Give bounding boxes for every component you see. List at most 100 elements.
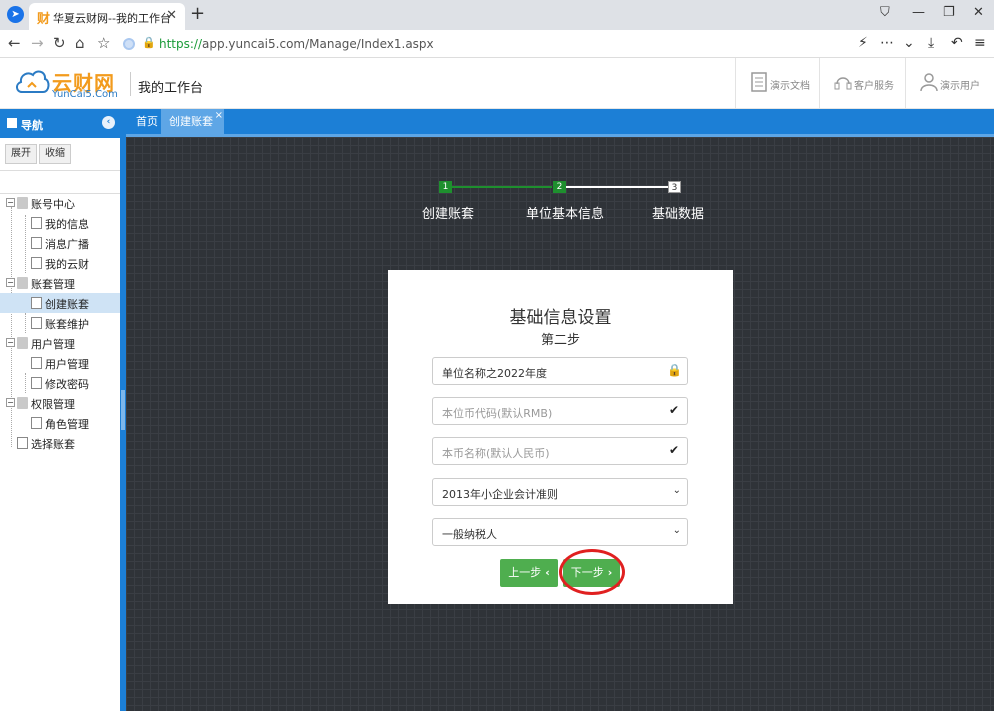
tree-item-change-password[interactable]: 修改密码 xyxy=(0,373,120,393)
main-content: 1 2 3 创建账套 单位基本信息 基础数据 基础信息设置 第二步 单位名称之2… xyxy=(126,137,994,711)
step-2-marker: 2 xyxy=(553,181,566,193)
document-icon xyxy=(751,72,767,92)
tab-close-icon[interactable]: × xyxy=(215,103,223,128)
form-subtitle: 第二步 xyxy=(540,333,580,348)
tab-close-icon[interactable]: ✕ xyxy=(166,8,177,23)
minimize-icon[interactable]: — xyxy=(912,5,925,20)
tree-item-ledger-management[interactable]: − 账套管理 xyxy=(0,273,120,293)
step-3-marker: 3 xyxy=(668,181,681,193)
back-icon[interactable]: ← xyxy=(8,34,21,52)
customer-service-link[interactable]: 客户服务 xyxy=(819,58,905,109)
step-1-label: 创建账套 xyxy=(422,207,475,222)
browser-tab[interactable]: 财 华夏云财网--我的工作台 ✕ xyxy=(29,3,185,30)
tree-toggle-icon[interactable]: − xyxy=(6,398,15,407)
logo-subtext: YunCai5.Com xyxy=(52,89,118,100)
tab-label: 创建账套 xyxy=(169,115,213,128)
more-icon[interactable]: ⋯ xyxy=(880,35,894,51)
folder-icon xyxy=(17,397,28,409)
browser-app-icon[interactable]: ➤ xyxy=(7,6,24,23)
file-icon xyxy=(31,237,42,249)
file-icon xyxy=(31,297,42,309)
tree-toggle-icon[interactable]: − xyxy=(6,338,15,347)
step-3-label: 基础数据 xyxy=(652,207,705,222)
tree-item-ledger-maintenance[interactable]: 账套维护 xyxy=(0,313,120,333)
collapse-sidebar-icon[interactable]: ‹ xyxy=(102,116,115,129)
tree-item-user-management-group[interactable]: − 用户管理 xyxy=(0,333,120,353)
browser-tab-bar: ➤ 财 华夏云财网--我的工作台 ✕ + ⛉ — ❐ ✕ xyxy=(0,0,994,30)
menu-icon[interactable]: ≡ xyxy=(974,35,986,51)
folder-icon xyxy=(17,197,28,209)
content-tab-bar: 首页 创建账套 × xyxy=(126,109,994,137)
tab-create-ledger[interactable]: 创建账套 × xyxy=(161,109,224,134)
forward-icon[interactable]: → xyxy=(31,34,44,52)
step-progress: 1 2 3 创建账套 单位基本信息 基础数据 xyxy=(126,137,994,237)
splitter-handle[interactable] xyxy=(121,390,125,430)
sidebar: 导航 ‹ 展开 收缩 − 账号中心 我的信息 消息广播 我的云财 − 账套管理 … xyxy=(0,109,120,711)
tree-item-broadcast[interactable]: 消息广播 xyxy=(0,233,120,253)
currency-name-field[interactable]: 本币名称(默认人民币) ✔ xyxy=(432,437,688,465)
tree-toggle-icon[interactable]: − xyxy=(6,278,15,287)
step-line-done xyxy=(452,186,552,188)
pin-icon[interactable]: ⛉ xyxy=(880,5,890,20)
tree-item-create-ledger[interactable]: 创建账套 xyxy=(0,293,120,313)
header-divider xyxy=(130,72,131,96)
step-2-label: 单位基本信息 xyxy=(526,207,605,222)
company-name-field[interactable]: 单位名称之2022年度 🔒 xyxy=(432,357,688,385)
accounting-standard-select[interactable]: 2013年小企业会计准则 ⌄ xyxy=(432,478,688,506)
chevron-down-icon: ⌄ xyxy=(672,525,681,536)
file-icon xyxy=(31,317,42,329)
new-tab-icon[interactable]: + xyxy=(190,3,205,24)
highlight-circle xyxy=(559,549,625,595)
file-icon xyxy=(31,417,42,429)
currency-code-field[interactable]: 本位币代码(默认RMB) ✔ xyxy=(432,397,688,425)
download-icon[interactable]: ⤓ xyxy=(928,35,934,51)
step-line-todo xyxy=(565,186,668,188)
basic-info-form: 基础信息设置 第二步 单位名称之2022年度 🔒 本位币代码(默认RMB) ✔ … xyxy=(388,270,733,604)
tree-item-role-management[interactable]: 角色管理 xyxy=(0,413,120,433)
file-icon xyxy=(31,377,42,389)
close-window-icon[interactable]: ✕ xyxy=(973,5,984,20)
tab-title: 华夏云财网--我的工作台 xyxy=(53,12,171,25)
chevron-left-icon: ‹ xyxy=(545,566,550,579)
collapse-all-button[interactable]: 收缩 xyxy=(39,144,71,164)
lock-icon: 🔒 xyxy=(142,36,156,49)
step-1-marker: 1 xyxy=(439,181,452,193)
url-field[interactable]: 🔒 https://app.yuncai5.com/Manage/Index1.… xyxy=(118,33,848,55)
chevron-down-icon: ⌄ xyxy=(672,485,681,496)
demo-docs-link[interactable]: 演示文档 xyxy=(735,58,819,109)
page-title: 我的工作台 xyxy=(138,81,204,96)
site-favicon-icon: 财 xyxy=(37,12,51,27)
tree-item-account-center[interactable]: − 账号中心 xyxy=(0,193,120,213)
file-icon xyxy=(31,217,42,229)
tree-item-select-ledger[interactable]: 选择账套 xyxy=(0,433,120,453)
taxpayer-type-select[interactable]: 一般纳税人 ⌄ xyxy=(432,518,688,546)
checkmark-icon: ✔ xyxy=(668,403,680,417)
previous-step-button[interactable]: 上一步 ‹ xyxy=(500,559,558,587)
headset-icon xyxy=(834,77,852,90)
site-info-icon[interactable] xyxy=(123,38,135,50)
tree-toggle-icon[interactable]: − xyxy=(6,198,15,207)
bookmark-star-icon[interactable]: ☆ xyxy=(97,34,110,52)
sidebar-divider xyxy=(0,170,120,171)
tree-item-user-management[interactable]: 用户管理 xyxy=(0,353,120,373)
app-header: 云财网 YunCai5.Com 我的工作台 演示文档 客户服务 演示用户 xyxy=(0,58,994,109)
home-icon[interactable]: ⌂ xyxy=(75,34,85,52)
lightning-icon[interactable]: ⚡ xyxy=(858,35,868,51)
tree-item-permission-management[interactable]: − 权限管理 xyxy=(0,393,120,413)
lock-icon: 🔒 xyxy=(667,363,682,377)
file-icon xyxy=(31,257,42,269)
form-title: 基础信息设置 xyxy=(509,308,612,328)
nav-icon xyxy=(7,118,17,128)
maximize-icon[interactable]: ❐ xyxy=(943,5,955,20)
tree-item-my-info[interactable]: 我的信息 xyxy=(0,213,120,233)
address-bar: ← → ↻ ⌂ ☆ 🔒 https://app.yuncai5.com/Mana… xyxy=(0,30,994,58)
reload-icon[interactable]: ↻ xyxy=(53,34,66,52)
tree-item-my-yuncai[interactable]: 我的云财 xyxy=(0,253,120,273)
expand-all-button[interactable]: 展开 xyxy=(5,144,37,164)
demo-user-link[interactable]: 演示用户 xyxy=(905,58,994,109)
undo-icon[interactable]: ↶ xyxy=(951,35,963,51)
url-text: https://app.yuncai5.com/Manage/Index1.as… xyxy=(159,37,434,51)
folder-icon xyxy=(17,277,28,289)
logo-cloud-icon xyxy=(16,70,50,93)
chevron-down-icon[interactable]: ⌄ xyxy=(903,35,915,51)
